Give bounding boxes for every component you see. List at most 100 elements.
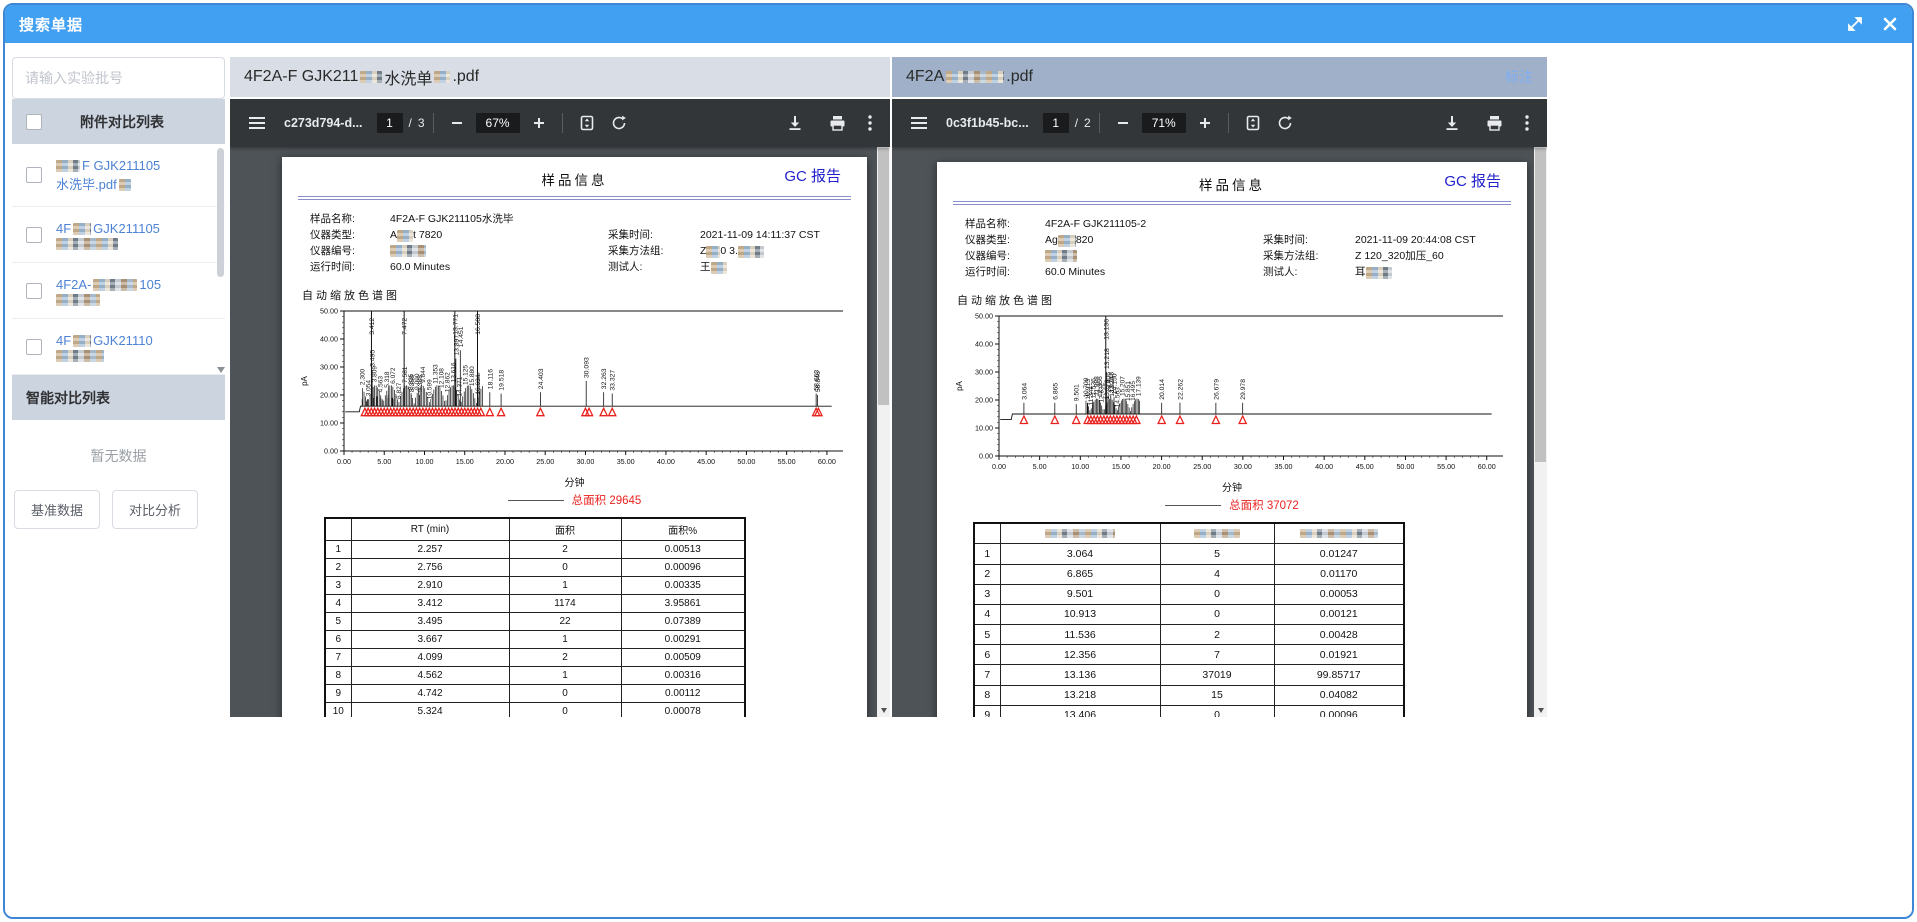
zoom-out-icon[interactable] xyxy=(446,112,468,134)
table-row: 84.56210.00316 xyxy=(325,667,745,685)
attachment-list-title: 附件对比列表 xyxy=(80,112,164,132)
print-icon[interactable] xyxy=(1482,111,1507,135)
rotate-icon[interactable] xyxy=(1273,111,1297,135)
attachment-list-item[interactable]: F GJK211105 水洗毕.pdf xyxy=(12,144,225,207)
attachment-name: 4FGJK21110 xyxy=(56,331,153,362)
zoom-in-icon[interactable] xyxy=(528,112,550,134)
attachment-checkbox[interactable] xyxy=(26,227,42,243)
pdf-canvas[interactable]: GC 报告 样品信息 样品名称:4F2A-F GJK211105-2仪器类型:A… xyxy=(892,147,1534,717)
select-all-checkbox[interactable] xyxy=(26,114,42,130)
svg-text:0.00: 0.00 xyxy=(324,447,338,456)
annotate-link[interactable]: 标注 xyxy=(1505,67,1533,87)
menu-icon[interactable] xyxy=(244,112,270,134)
pdf-panel-right-header[interactable]: 4F2A.pdf 标注 xyxy=(892,57,1547,97)
peak-table: 13.06450.0124726.86540.0117039.50100.000… xyxy=(973,522,1405,717)
chart-x-label: 分钟 xyxy=(298,474,851,489)
svg-text:20.00: 20.00 xyxy=(975,396,993,405)
pdf-scrollbar[interactable] xyxy=(877,147,890,717)
redaction-mosaic xyxy=(1366,267,1392,279)
table-row: 22.75600.00096 xyxy=(325,559,745,577)
zoom-in-icon[interactable] xyxy=(1194,112,1216,134)
svg-text:20.00: 20.00 xyxy=(1153,462,1171,471)
redaction-mosaic xyxy=(56,294,100,306)
search-input[interactable] xyxy=(13,70,224,86)
baseline-data-button[interactable]: 基准数据 xyxy=(14,490,100,529)
svg-text:7.472: 7.472 xyxy=(402,318,409,335)
svg-text:20.014: 20.014 xyxy=(1159,379,1166,400)
svg-text:3.495: 3.495 xyxy=(370,350,377,367)
table-header-cell xyxy=(1160,523,1274,544)
pdf-panel-left: 4F2A-F GJK211水洗单.pdf c273d794-d... 1 / 3 xyxy=(230,57,890,717)
svg-text:32.263: 32.263 xyxy=(601,368,608,389)
svg-text:30.00: 30.00 xyxy=(576,457,594,466)
info-value xyxy=(1355,217,1511,233)
info-label: 采集方法组: xyxy=(1263,249,1355,265)
pdf-doc-name: 0c3f1b45-bc... xyxy=(946,116,1029,130)
more-options-icon[interactable] xyxy=(864,111,876,135)
info-value xyxy=(390,244,608,260)
chromatogram-title: 自动缩放色谱图 xyxy=(957,292,1511,308)
page-separator: / xyxy=(1075,116,1078,130)
svg-text:50.00: 50.00 xyxy=(737,457,755,466)
redaction-mosaic xyxy=(390,245,426,257)
print-icon[interactable] xyxy=(825,111,850,135)
download-icon[interactable] xyxy=(1440,111,1464,135)
table-header-cell xyxy=(1274,523,1404,544)
page-number-input[interactable]: 1 xyxy=(377,113,403,133)
info-value: 王 xyxy=(700,260,851,276)
table-row: 913.40600.00096 xyxy=(974,705,1404,717)
download-icon[interactable] xyxy=(783,111,807,135)
info-value: 60.0 Minutes xyxy=(1045,265,1263,281)
sample-info-grid: 样品名称:4F2A-F GJK211105-2仪器类型:Ag820采集时间:20… xyxy=(965,217,1511,281)
attachment-list-item[interactable]: 4FGJK211105 xyxy=(12,207,225,263)
sidebar-scroll-thumb[interactable] xyxy=(217,148,224,277)
zoom-out-icon[interactable] xyxy=(1112,112,1134,134)
table-header-cell xyxy=(1000,523,1160,544)
attachment-list-item[interactable]: 4F2A-105 xyxy=(12,263,225,319)
gc-report-badge: GC 报告 xyxy=(1444,170,1501,191)
search-box xyxy=(12,57,225,99)
svg-text:35.00: 35.00 xyxy=(617,457,635,466)
attachment-checkbox[interactable] xyxy=(26,339,42,355)
pdf-panel-left-header[interactable]: 4F2A-F GJK211水洗单.pdf xyxy=(230,57,890,97)
attachment-checkbox[interactable] xyxy=(26,167,42,183)
zoom-level[interactable]: 67% xyxy=(476,113,520,133)
menu-icon[interactable] xyxy=(906,112,932,134)
svg-text:40.00: 40.00 xyxy=(1315,462,1333,471)
pdf-scroll-thumb[interactable] xyxy=(878,148,889,405)
scroll-down-arrow-icon[interactable] xyxy=(217,367,225,373)
sidebar-scrollbar[interactable] xyxy=(216,148,225,371)
info-label: 采集方法组: xyxy=(608,244,700,260)
svg-text:10.00: 10.00 xyxy=(320,419,338,428)
info-label: 仪器编号: xyxy=(310,244,390,260)
pdf-scroll-thumb[interactable] xyxy=(1535,148,1546,462)
attachment-name: 4F2A-105 xyxy=(56,275,161,306)
scroll-down-button[interactable] xyxy=(877,704,890,717)
attachment-list-item[interactable]: 4FGJK21110 xyxy=(12,319,225,375)
chart-legend: 总面积 29645 xyxy=(298,492,851,508)
page-number-input[interactable]: 1 xyxy=(1043,113,1069,133)
pdf-canvas[interactable]: GC 报告 样品信息 样品名称:4F2A-F GJK211105水洗毕仪器类型:… xyxy=(230,147,877,717)
svg-text:16.588: 16.588 xyxy=(475,314,482,335)
smart-list-title: 智能对比列表 xyxy=(26,388,110,408)
attachment-checkbox[interactable] xyxy=(26,283,42,299)
pdf-scrollbar[interactable] xyxy=(1534,147,1547,717)
rotate-icon[interactable] xyxy=(607,111,631,135)
svg-text:30.00: 30.00 xyxy=(975,368,993,377)
maximize-icon[interactable] xyxy=(1846,15,1864,33)
scroll-down-button[interactable] xyxy=(1534,704,1547,717)
more-options-icon[interactable] xyxy=(1521,111,1533,135)
zoom-level[interactable]: 71% xyxy=(1142,113,1186,133)
compare-analysis-button[interactable]: 对比分析 xyxy=(112,490,198,529)
info-label: 样品名称: xyxy=(965,217,1045,233)
table-header-cell: RT (min) xyxy=(351,518,509,541)
svg-text:8.358: 8.358 xyxy=(409,375,416,392)
table-row: 713.1363701999.85717 xyxy=(974,665,1404,685)
chromatogram-chart: 0.0010.0020.0030.0040.0050.000.005.0010.… xyxy=(953,310,1511,478)
fit-page-icon[interactable] xyxy=(575,111,599,135)
svg-text:30.00: 30.00 xyxy=(1234,462,1252,471)
svg-text:9.388: 9.388 xyxy=(417,375,424,392)
svg-text:45.00: 45.00 xyxy=(1356,462,1374,471)
close-icon[interactable] xyxy=(1882,16,1898,32)
fit-page-icon[interactable] xyxy=(1241,111,1265,135)
